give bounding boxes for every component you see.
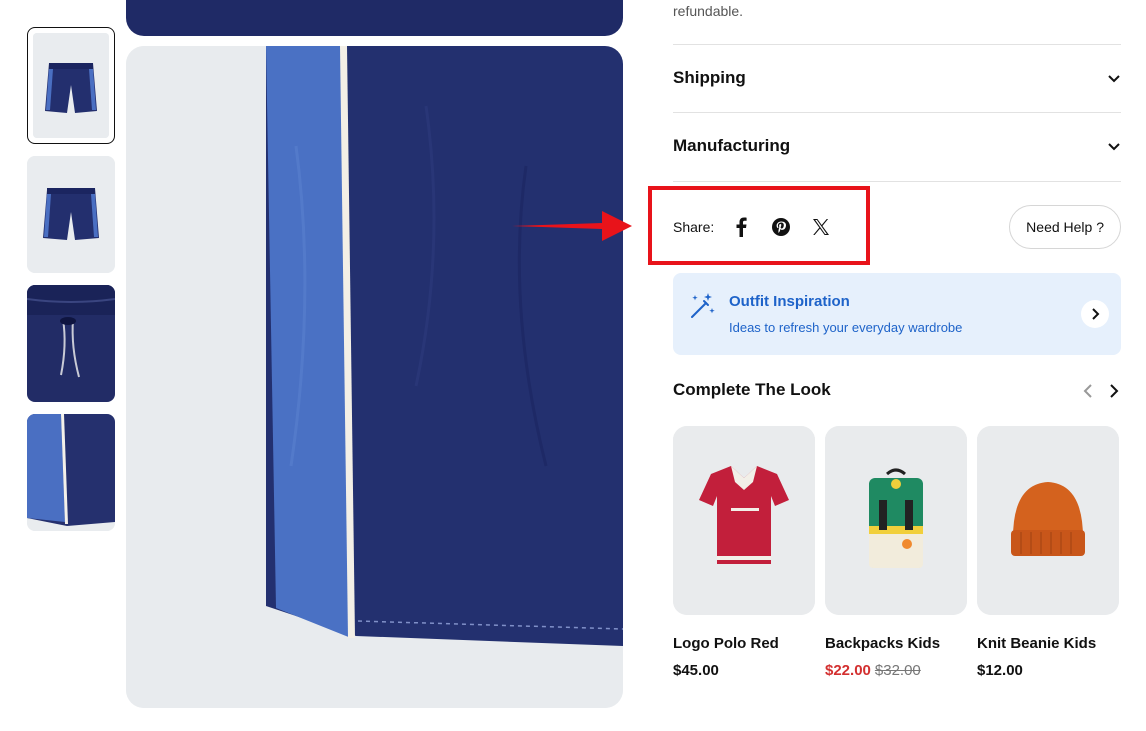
accordion-label-manufacturing: Manufacturing (673, 136, 791, 155)
product-card[interactable]: Logo Polo Red $45.00 (673, 426, 815, 679)
main-product-image[interactable] (126, 46, 623, 708)
main-image-previous (126, 0, 623, 36)
product-name: Knit Beanie Kids (977, 635, 1097, 652)
product-card[interactable]: Backpacks Kids $22.00 $32.00 (825, 426, 967, 679)
divider (673, 44, 1121, 45)
backpack-image (825, 426, 967, 615)
product-price: $45.00 (673, 662, 815, 679)
product-card[interactable]: Knit Beanie Kids $12.00 (977, 426, 1119, 679)
price-sale: $22.00 (825, 662, 871, 679)
beanie-image (977, 426, 1119, 615)
annotation-arrow (512, 211, 632, 241)
thumbnail-shorts-angle[interactable] (27, 156, 115, 273)
product-image (673, 426, 815, 615)
chevron-right-icon[interactable] (1107, 382, 1121, 400)
thumbnail-list (27, 27, 115, 543)
thumbnail-waistband-closeup[interactable] (27, 285, 115, 402)
magic-wand-icon (691, 293, 715, 318)
product-name: Backpacks Kids (825, 635, 941, 652)
product-price: $12.00 (977, 662, 1119, 679)
complete-look-title: Complete The Look (673, 380, 831, 399)
product-carousel: Logo Polo Red $45.00 Backpacks Kids $22.… (673, 426, 1121, 679)
outfit-inspiration-banner[interactable]: Outfit Inspiration Ideas to refresh your… (673, 273, 1121, 355)
price-current: $45.00 (673, 662, 719, 679)
need-help-button[interactable]: Need Help ? (1009, 205, 1121, 249)
product-price: $22.00 $32.00 (825, 662, 967, 679)
accordion-manufacturing[interactable]: Manufacturing (673, 131, 1121, 161)
polo-shirt-image (673, 426, 815, 615)
shorts-image (33, 33, 109, 138)
accordion-shipping[interactable]: Shipping (673, 63, 1121, 93)
thumbnail-image (33, 33, 109, 138)
shorts-image (27, 156, 115, 273)
chevron-down-icon (1108, 143, 1120, 151)
annotation-highlight-box (648, 186, 870, 265)
inspiration-title: Outfit Inspiration (729, 293, 850, 310)
price-original: $32.00 (874, 662, 921, 679)
product-name: Logo Polo Red (673, 635, 779, 652)
chevron-right-icon[interactable] (1081, 300, 1109, 328)
chevron-down-icon (1108, 75, 1120, 83)
price-current: $12.00 (977, 662, 1023, 679)
carousel-nav (1081, 382, 1121, 400)
inspiration-subtitle: Ideas to refresh your everyday wardrobe (729, 320, 963, 335)
divider (673, 181, 1121, 182)
thumbnail-shorts-front[interactable] (27, 27, 115, 144)
waistband-image (27, 285, 115, 402)
shorts-closeup-image (126, 46, 623, 708)
accordion-label-shipping: Shipping (673, 68, 746, 87)
refund-policy-text: refundable. (673, 3, 744, 19)
side-stripe-image (27, 414, 115, 531)
product-image (977, 426, 1119, 615)
chevron-left-icon[interactable] (1081, 382, 1095, 400)
product-image (825, 426, 967, 615)
divider (673, 112, 1121, 113)
thumbnail-side-stripe-closeup[interactable] (27, 414, 115, 531)
